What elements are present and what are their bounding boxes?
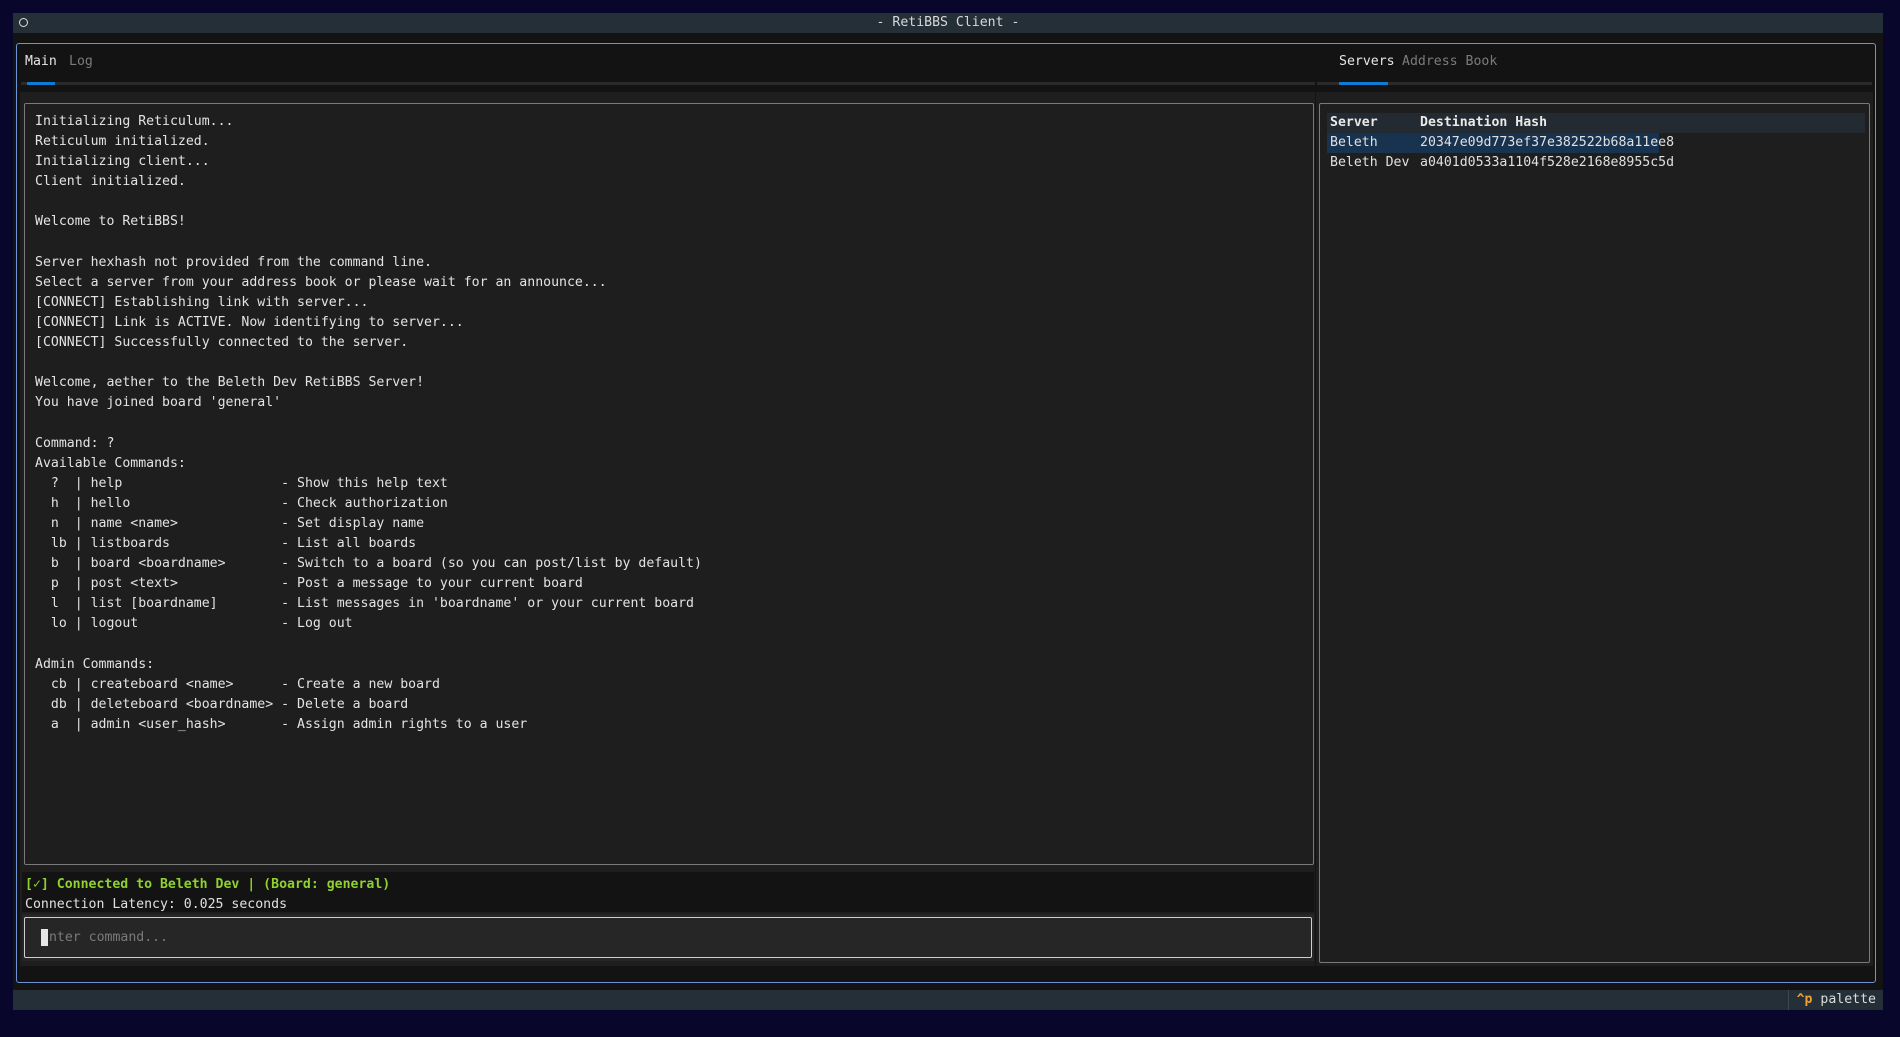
palette-shortcut: ^p (1796, 992, 1813, 1007)
command-input[interactable]: Enter command... (24, 917, 1312, 958)
message-log[interactable]: Initializing Reticulum... Reticulum initi… (24, 103, 1314, 865)
log-line: l | list [boardname] - List messages in … (35, 596, 694, 612)
footer-bar: ^p palette (13, 990, 1883, 1010)
servers-panel: Server Name Destination Hash Beleth 2034… (1319, 103, 1870, 963)
log-line: Initializing client... (35, 154, 210, 170)
latency-readout: Connection Latency: 0.025 seconds (25, 897, 288, 912)
palette-label: palette (1820, 992, 1876, 1007)
log-line: [CONNECT] Establishing link with server.… (35, 294, 369, 310)
right-tabs: Servers Address Book (1317, 44, 1875, 86)
log-line: p | post <text> - Post a message to your… (35, 576, 583, 592)
server-hash: a0401d0533a1104f528e2168e8955c5d (1420, 155, 1675, 170)
text-cursor (41, 929, 48, 946)
tab-log[interactable]: Log (69, 53, 93, 71)
log-line: Reticulum initialized. (35, 134, 210, 150)
tab-underline (1339, 82, 1388, 85)
table-row[interactable]: Beleth 20347e09d773ef37e382522b68a11ee8 (1327, 133, 1865, 153)
tab-address-book[interactable]: Address Book (1402, 53, 1497, 71)
connection-status: [✓] Connected to Beleth Dev | (Board: ge… (25, 877, 391, 892)
palette-button[interactable]: ^p palette (1787, 990, 1883, 1010)
command-area: Enter command... (22, 914, 1314, 961)
log-line: Initializing Reticulum... (35, 114, 234, 129)
log-line: h | hello - Check authorization (35, 495, 448, 511)
servers-table: Server Name Destination Hash Beleth 2034… (1327, 113, 1865, 173)
title-bar: - RetiBBS Client - (13, 13, 1883, 33)
log-line: Command: ? (35, 435, 115, 451)
tab-main[interactable]: Main (25, 53, 57, 71)
log-line: Available Commands: (35, 455, 186, 471)
log-line: ? | help - Show this help text (35, 475, 448, 491)
tab-underline (27, 82, 55, 85)
column-header-server-name[interactable]: Server Name (1327, 113, 1417, 150)
log-line: db | deleteboard <boardname> - Delete a … (35, 696, 409, 712)
window-title: - RetiBBS Client - (876, 15, 1020, 30)
log-line: Welcome, aether to the Beleth Dev RetiBB… (35, 375, 425, 391)
log-line: Welcome to RetiBBS! (35, 214, 186, 230)
tab-rail (1317, 82, 1872, 85)
log-line: Client initialized. (35, 174, 186, 190)
command-placeholder: Enter command... (41, 930, 169, 945)
server-hash: 20347e09d773ef37e382522b68a11ee8 (1417, 133, 1674, 153)
tab-servers[interactable]: Servers (1339, 53, 1395, 71)
left-tabs: Main Log (17, 44, 1317, 86)
log-line: lo | logout - Log out (35, 616, 353, 632)
main-screen: Main Log Servers Address Book Initializi… (16, 43, 1876, 983)
tab-rail (21, 82, 1315, 85)
log-line: [CONNECT] Link is ACTIVE. Now identifyin… (35, 314, 464, 330)
server-name: Beleth Dev (1330, 155, 1410, 170)
log-line: [CONNECT] Successfully connected to the … (35, 335, 409, 351)
app-circle-icon[interactable] (19, 18, 28, 27)
log-line: Select a server from your address book o… (35, 274, 607, 290)
log-line: Server hexhash not provided from the com… (35, 254, 432, 270)
log-line: n | name <name> - Set display name (35, 515, 425, 531)
server-name: Beleth (1327, 133, 1417, 153)
log-line: a | admin <user_hash> - Assign admin rig… (35, 716, 528, 732)
log-line: b | board <boardname> - Switch to a boar… (35, 556, 702, 572)
status-area: [✓] Connected to Beleth Dev | (Board: ge… (22, 872, 1314, 912)
table-header: Server Name Destination Hash (1327, 113, 1865, 150)
table-row[interactable]: Beleth Dev a0401d0533a1104f528e2168e8955… (1327, 153, 1865, 173)
log-line: Admin Commands: (35, 656, 155, 672)
log-line: cb | createboard <name> - Create a new b… (35, 676, 440, 692)
log-line: You have joined board 'general' (35, 395, 282, 411)
log-line: lb | listboards - List all boards (35, 535, 417, 551)
column-header-destination-hash[interactable]: Destination Hash (1417, 113, 1659, 133)
